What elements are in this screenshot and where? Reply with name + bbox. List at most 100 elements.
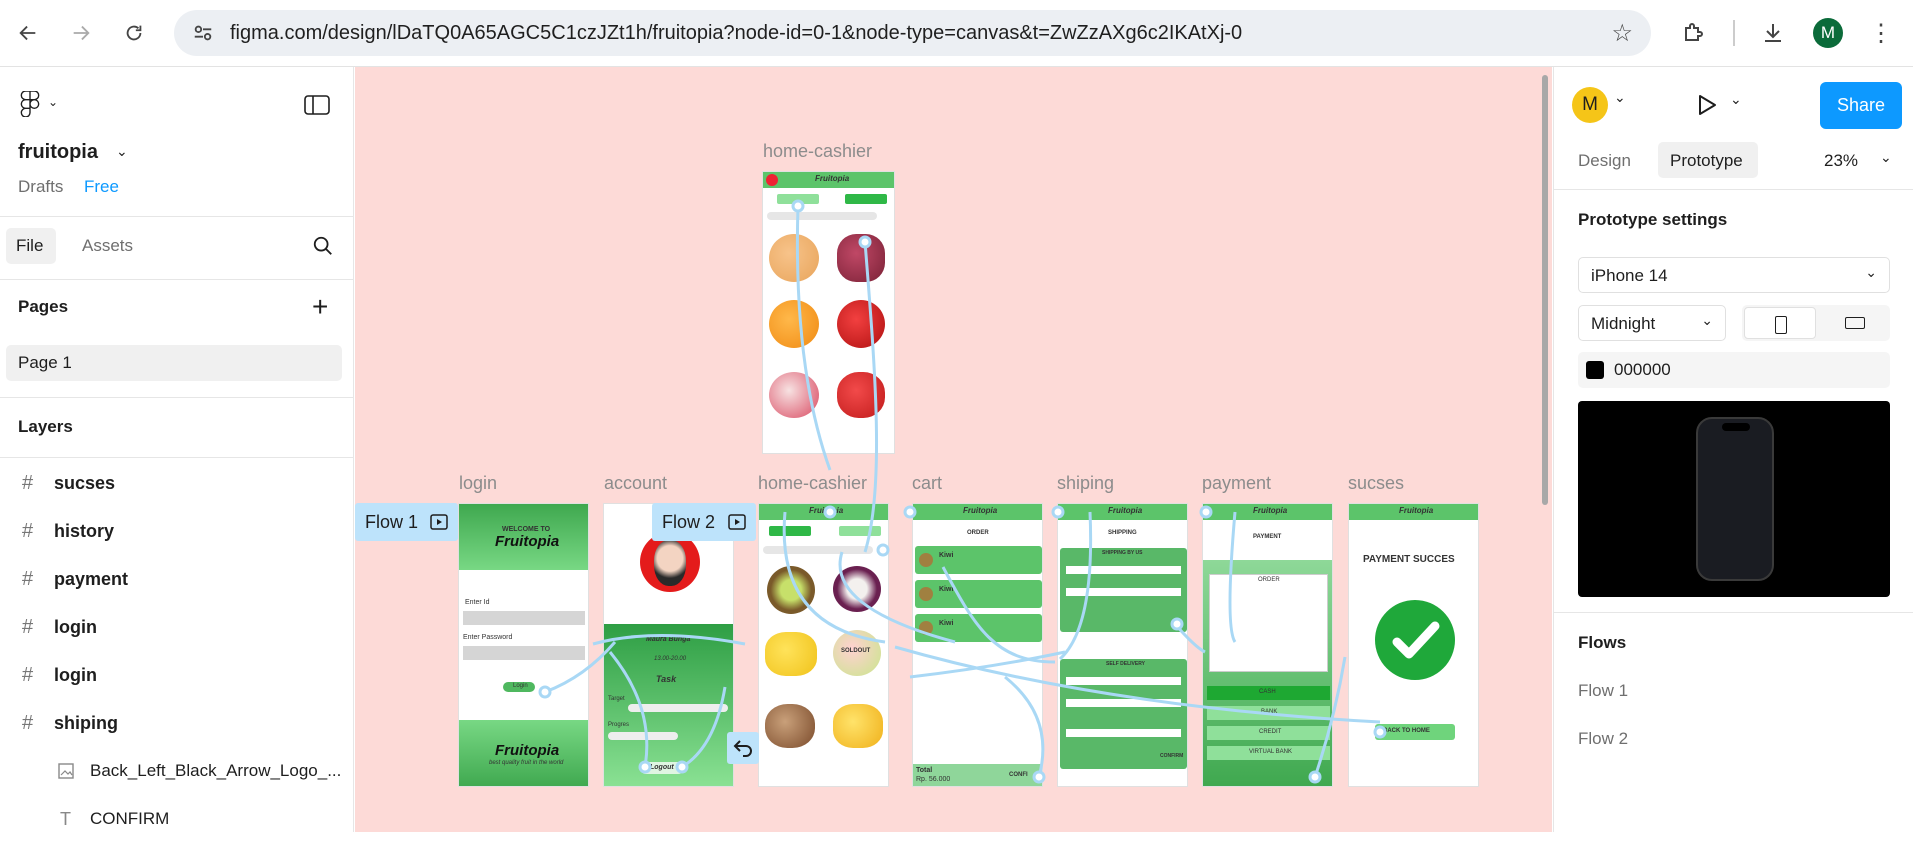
flow-2-chip[interactable]: Flow 2 [652, 503, 756, 541]
play-frame-icon[interactable] [728, 513, 746, 531]
portrait-icon [1775, 316, 1787, 334]
back-action-icon[interactable] [727, 732, 759, 764]
extensions-icon[interactable] [1676, 16, 1710, 50]
download-icon[interactable] [1756, 16, 1790, 50]
tab-prototype[interactable]: Prototype [1658, 142, 1758, 178]
layer-label: login [54, 664, 97, 685]
device-value: iPhone 14 [1591, 266, 1668, 285]
chevron-down-icon: ⌄ [1865, 264, 1877, 280]
divider [1554, 612, 1913, 613]
device-select[interactable]: iPhone 14 ⌄ [1578, 257, 1890, 293]
chevron-down-icon: ⌄ [1701, 312, 1713, 328]
sidebar-toggle-icon[interactable] [304, 95, 330, 120]
site-settings-icon[interactable] [192, 22, 214, 44]
model-value: Midnight [1591, 314, 1656, 333]
layer-row[interactable]: # login [0, 603, 354, 651]
layer-label: sucses [54, 472, 116, 493]
tab-design[interactable]: Design [1578, 151, 1631, 171]
pages-title: Pages [18, 297, 69, 316]
frame-icon: # [22, 663, 34, 686]
browser-toolbar: figma.com/design/lDaTQ0A65AGC5C1czJZt1h/… [0, 0, 1913, 67]
page-item-label: Page 1 [18, 353, 72, 372]
layer-row[interactable]: # login [0, 651, 354, 699]
landscape-icon[interactable] [1845, 317, 1865, 329]
frame-icon: # [22, 567, 34, 590]
layer-label: history [54, 520, 115, 541]
flow-2-label: Flow 2 [662, 511, 716, 532]
add-page-icon[interactable]: + [312, 291, 328, 323]
search-icon[interactable] [312, 235, 334, 262]
divider [1554, 189, 1913, 190]
layer-row[interactable]: # sucses [0, 459, 354, 507]
orientation-toggle[interactable] [1742, 305, 1890, 341]
chevron-down-icon[interactable]: ⌄ [1880, 149, 1892, 166]
page-item-1[interactable]: Page 1 [6, 345, 342, 381]
figma-menu-icon[interactable]: ⌄ [20, 90, 58, 122]
layer-label: payment [54, 568, 129, 589]
frame-icon: # [22, 471, 34, 494]
background-color-field[interactable]: 000000 [1578, 352, 1890, 388]
frame-icon: # [22, 615, 34, 638]
layer-label: CONFIRM [90, 809, 170, 828]
right-panel: M ⌄ ⌄ Share Design Prototype 23% ⌄ Proto… [1553, 67, 1913, 832]
tab-file-label: File [16, 236, 44, 255]
drafts-link[interactable]: Drafts [18, 177, 63, 197]
tab-assets[interactable]: Assets [82, 236, 133, 256]
layers-title: Layers [18, 417, 73, 436]
layer-label: login [54, 616, 97, 637]
reload-icon[interactable] [118, 17, 150, 49]
flow-1-chip[interactable]: Flow 1 [355, 503, 458, 541]
divider [0, 397, 354, 398]
flow-item-2[interactable]: Flow 2 [1578, 729, 1628, 749]
play-frame-icon[interactable] [430, 513, 448, 531]
browser-menu-icon[interactable]: ⋮ [1866, 16, 1896, 50]
prototype-settings-title: Prototype settings [1578, 210, 1728, 229]
layer-row[interactable]: # payment [0, 555, 354, 603]
user-avatar[interactable]: M [1572, 87, 1608, 123]
plan-badge[interactable]: Free [84, 177, 119, 197]
file-name[interactable]: fruitopia [18, 141, 98, 164]
model-select[interactable]: Midnight ⌄ [1578, 305, 1726, 341]
back-icon[interactable] [12, 17, 44, 49]
forward-icon[interactable] [65, 17, 97, 49]
portrait-option[interactable] [1744, 307, 1816, 339]
layer-row[interactable]: # shiping [0, 699, 354, 747]
url-text[interactable]: figma.com/design/lDaTQ0A65AGC5C1czJZt1h/… [230, 22, 1242, 45]
flow-item-1[interactable]: Flow 1 [1578, 681, 1628, 701]
profile-avatar[interactable]: M [1811, 16, 1845, 50]
left-panel: ⌄ fruitopia ⌄ Drafts Free File Assets Pa… [0, 67, 354, 832]
frame-icon: # [22, 711, 34, 734]
frame-icon: # [22, 519, 34, 542]
tab-prototype-label: Prototype [1670, 151, 1743, 170]
device-preview [1578, 401, 1890, 597]
tab-file[interactable]: File [6, 228, 56, 264]
image-icon [58, 763, 74, 784]
bookmark-star-icon[interactable]: ☆ [1611, 19, 1633, 48]
prototype-connections [538, 199, 1387, 784]
address-bar[interactable]: figma.com/design/lDaTQ0A65AGC5C1czJZt1h/… [174, 10, 1651, 56]
dynamic-island [1722, 423, 1750, 431]
divider [0, 457, 354, 458]
text-icon: T [60, 808, 71, 829]
share-button[interactable]: Share [1820, 82, 1902, 129]
layer-row[interactable]: # history [0, 507, 354, 555]
color-hex[interactable]: 000000 [1614, 360, 1671, 380]
zoom-level[interactable]: 23% [1824, 151, 1858, 171]
layer-label: Back_Left_Black_Arrow_Logo_... [90, 761, 342, 780]
divider [0, 279, 354, 280]
layer-label: shiping [54, 712, 118, 733]
layer-row[interactable]: Back_Left_Black_Arrow_Logo_... [0, 747, 354, 795]
canvas-scrollbar[interactable] [1542, 75, 1548, 505]
profile-initial[interactable]: M [1813, 18, 1843, 48]
chevron-down-icon: ⌄ [48, 95, 59, 109]
design-canvas[interactable]: home-cashier Fruitopia login account hom… [355, 67, 1552, 832]
layer-row[interactable]: T CONFIRM [0, 795, 354, 843]
flows-title: Flows [1578, 633, 1627, 652]
chevron-down-icon[interactable]: ⌄ [1730, 91, 1742, 108]
color-swatch[interactable] [1586, 361, 1604, 379]
chevron-down-icon[interactable]: ⌄ [116, 143, 128, 160]
chevron-down-icon[interactable]: ⌄ [1614, 89, 1626, 106]
divider [0, 216, 354, 217]
present-play-icon[interactable] [1696, 93, 1718, 122]
toolbar-divider [1733, 20, 1735, 46]
